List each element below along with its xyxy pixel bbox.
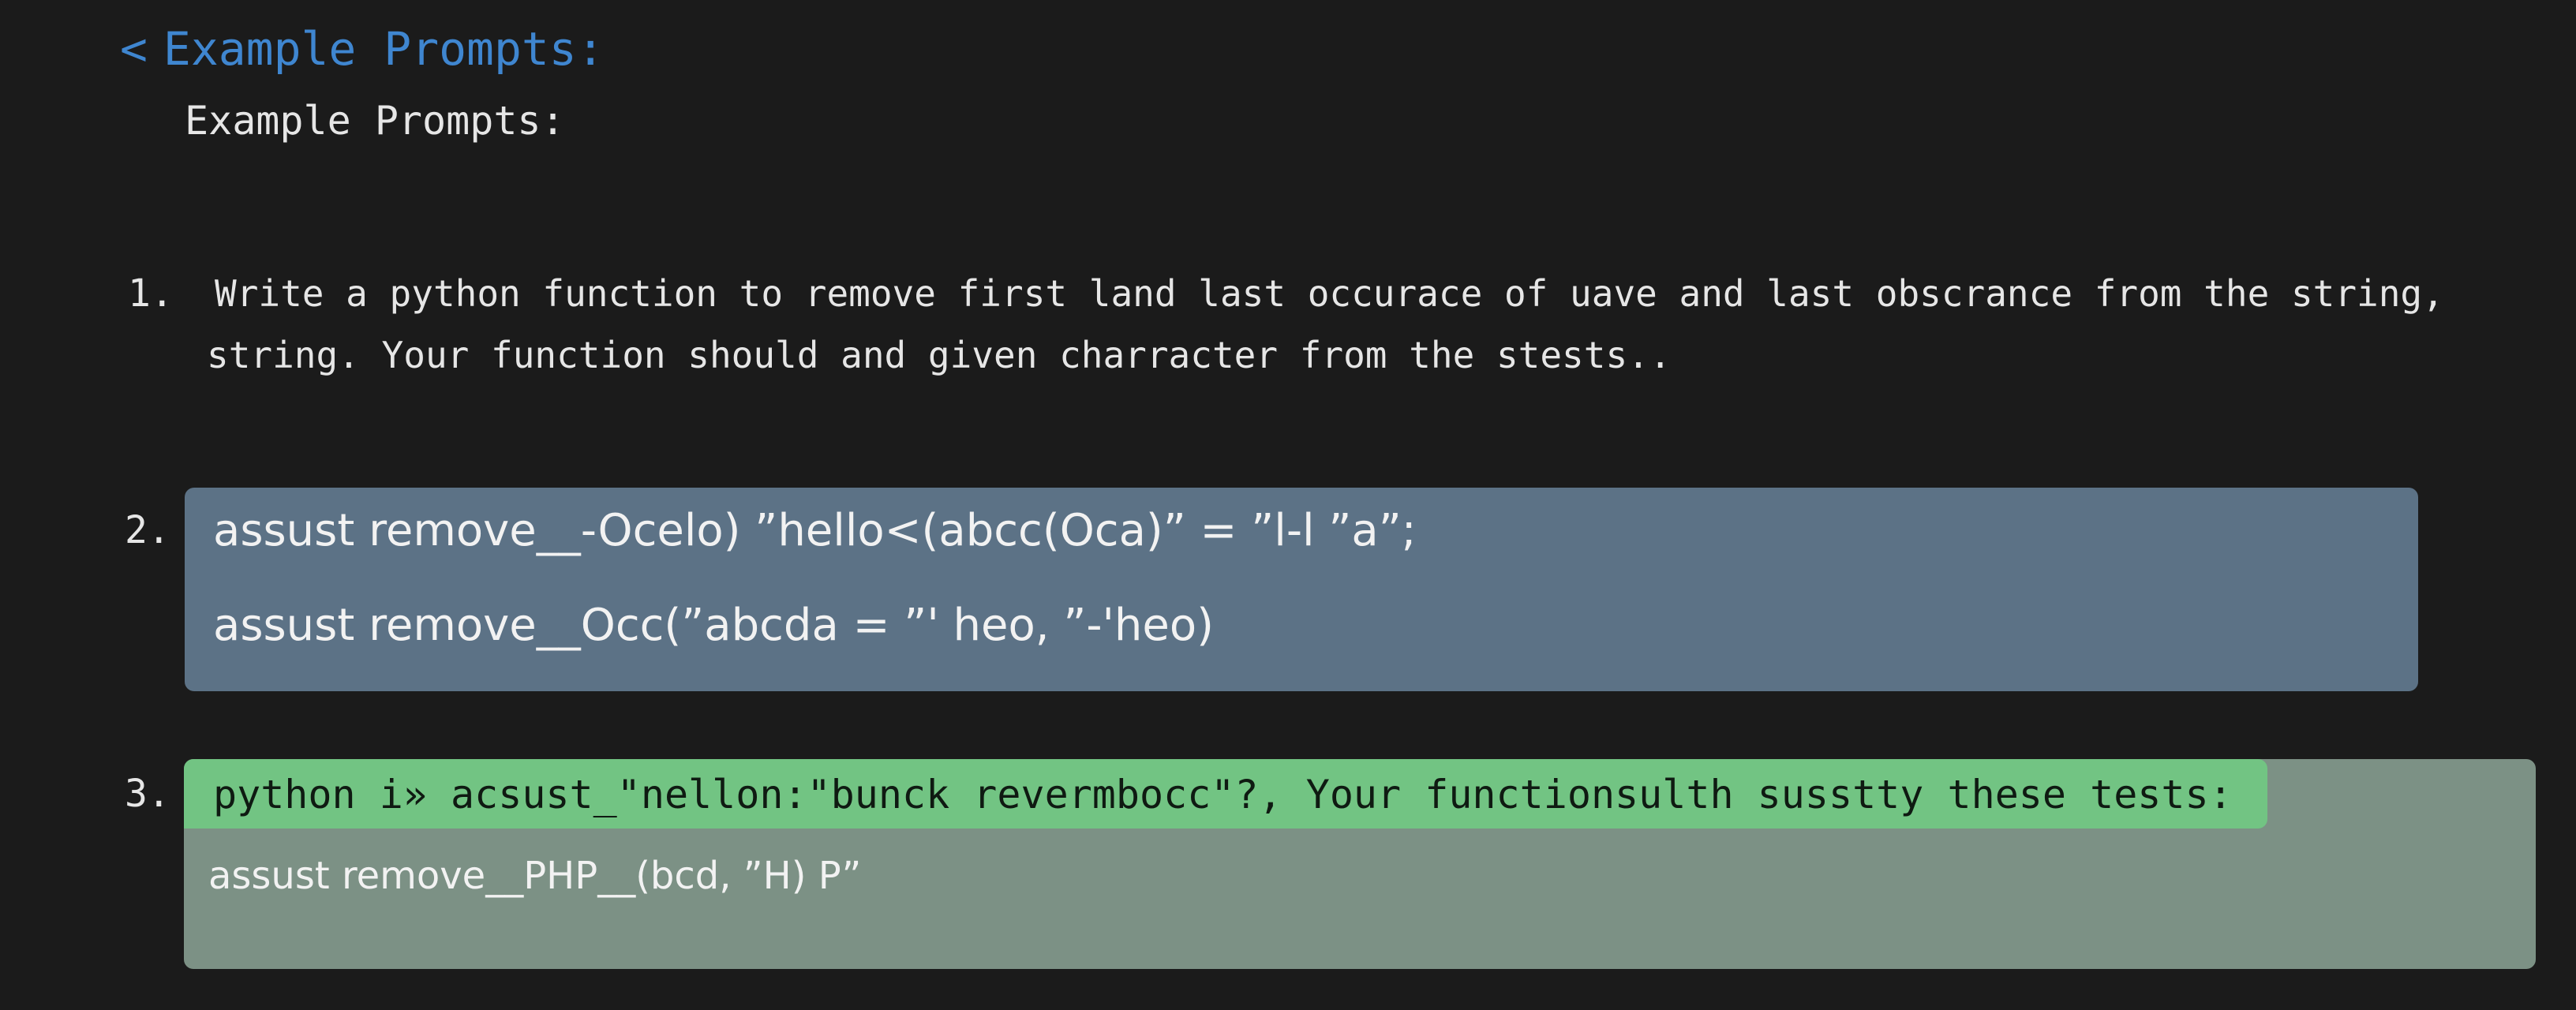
prompt-text-line: Write a python function to remove first … — [215, 272, 2444, 315]
code-line: assust remove__-Ocelo) ”hello<(abcc(Oca)… — [213, 505, 1417, 556]
highlighted-prompt-text: python i» acsust_"nellon:"bunck revermbo… — [213, 772, 2233, 817]
prompt-text-line: string. Your function should and given c… — [207, 334, 1672, 376]
code-line: assust remove__PHP__(bcd, ”H) P” — [208, 854, 862, 898]
back-link-label: Example Prompts: — [163, 22, 605, 76]
list-number: 1. — [128, 271, 174, 316]
list-number: 2. — [125, 508, 170, 552]
chevron-left-icon: < — [120, 22, 148, 76]
list-number: 3. — [125, 772, 170, 816]
code-line: assust remove__Occ(”abcda = ”' heo, ”-'h… — [213, 600, 1214, 651]
back-link[interactable]: < Example Prompts: — [120, 17, 605, 80]
page-title: Example Prompts: — [185, 98, 565, 144]
